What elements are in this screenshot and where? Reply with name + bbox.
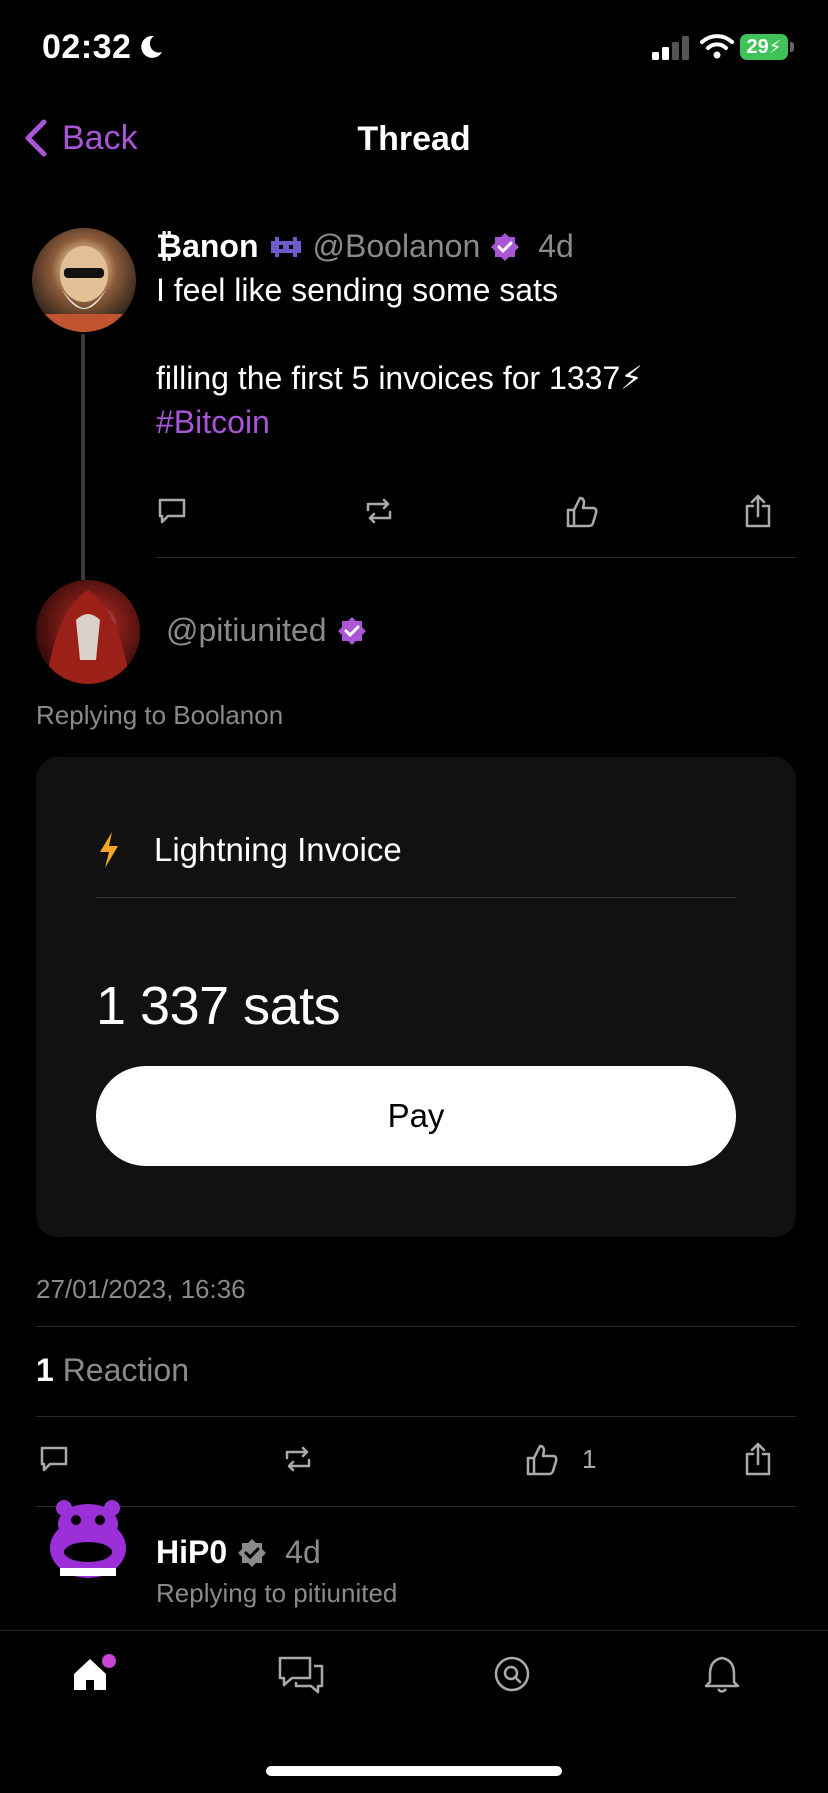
- home-indicator: [266, 1766, 562, 1776]
- like-count: 1: [582, 1443, 597, 1474]
- user-handle[interactable]: @pitiunited: [166, 612, 327, 649]
- post-timestamp: 27/01/2023, 16:36: [36, 1274, 246, 1304]
- post-age: 4d: [538, 228, 574, 264]
- cellular-signal-icon: [652, 36, 690, 60]
- battery-icon: 29 ⚡: [740, 34, 788, 60]
- like-button[interactable]: [564, 494, 600, 528]
- repost-icon: [366, 498, 392, 524]
- reply-header: @pitiunited: [166, 612, 367, 649]
- verified-badge-icon: [337, 616, 367, 646]
- divider: [36, 1506, 796, 1507]
- share-icon: [745, 1442, 771, 1476]
- bell-icon: [704, 1656, 740, 1693]
- avatar[interactable]: [32, 228, 136, 332]
- reply-icon: [158, 498, 186, 524]
- status-time: 02:32: [42, 28, 132, 66]
- display-name[interactable]: HiP0: [156, 1534, 227, 1571]
- like-icon: [526, 1444, 558, 1476]
- reply-button[interactable]: [156, 496, 188, 526]
- alien-emoji-icon: [269, 233, 303, 261]
- invoice-header: Lightning Invoice: [96, 830, 402, 870]
- repost-button[interactable]: [362, 496, 396, 526]
- verified-badge-icon: [490, 232, 520, 262]
- tab-notifications[interactable]: [704, 1654, 740, 1694]
- lightning-icon: [100, 832, 118, 868]
- post-header: ₿anon @Boolanon 4d: [156, 228, 574, 265]
- post-age: 4d: [285, 1534, 321, 1570]
- reply-header: HiP0 4d: [156, 1534, 321, 1571]
- moon-icon: [138, 34, 164, 60]
- like-button[interactable]: 1: [524, 1442, 596, 1476]
- tab-search[interactable]: [492, 1654, 532, 1694]
- share-button[interactable]: [744, 1442, 772, 1476]
- share-icon: [745, 494, 771, 528]
- divider: [36, 1326, 796, 1327]
- user-handle[interactable]: @Boolanon: [313, 228, 481, 265]
- avatar[interactable]: [40, 1490, 136, 1586]
- battery-level: 29: [746, 35, 769, 58]
- divider: [156, 557, 796, 558]
- reaction-label: Reaction: [62, 1352, 189, 1388]
- thread-connector: [81, 334, 85, 580]
- page-title: Thread: [357, 120, 471, 158]
- reply-icon: [40, 1446, 68, 1472]
- repost-button[interactable]: [281, 1444, 315, 1474]
- verified-badge-icon: [237, 1538, 267, 1568]
- divider: [36, 1416, 796, 1417]
- invoice-amount: 1 337 sats: [96, 976, 341, 1036]
- battery-nub: [790, 42, 794, 52]
- post-line: filling the first 5 invoices for 1337⚡: [156, 360, 643, 396]
- post-line: I feel like sending some sats: [156, 272, 558, 308]
- notification-dot: [102, 1654, 116, 1668]
- messages-icon: [278, 1656, 324, 1694]
- replying-to[interactable]: Replying to pitiunited: [156, 1578, 397, 1609]
- tab-messages[interactable]: [276, 1654, 326, 1696]
- avatar[interactable]: [36, 580, 140, 684]
- reply-button[interactable]: [38, 1444, 70, 1474]
- hashtag-link[interactable]: #Bitcoin: [156, 400, 796, 444]
- post-content: I feel like sending some sats filling th…: [156, 268, 796, 444]
- charging-bolt-icon: ⚡: [768, 36, 782, 57]
- display-name[interactable]: ₿anon: [156, 228, 259, 265]
- pay-button[interactable]: Pay: [96, 1066, 736, 1166]
- share-button[interactable]: [744, 494, 772, 528]
- divider: [96, 897, 736, 898]
- invoice-title: Lightning Invoice: [154, 831, 402, 868]
- reactions-summary[interactable]: 1 Reaction: [36, 1352, 189, 1389]
- search-icon: [494, 1656, 530, 1692]
- replying-to[interactable]: Replying to Boolanon: [36, 700, 283, 731]
- reaction-count: 1: [36, 1352, 54, 1388]
- like-icon: [566, 496, 598, 528]
- repost-icon: [285, 1446, 311, 1472]
- wifi-icon: [700, 32, 734, 60]
